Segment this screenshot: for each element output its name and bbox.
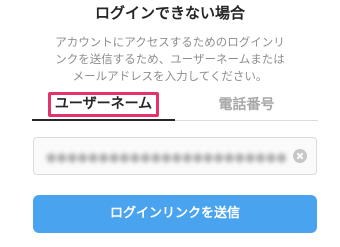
- tab-username[interactable]: ユーザーネーム: [32, 89, 175, 119]
- username-input[interactable]: [44, 138, 288, 176]
- tab-phone-number-label: 電話番号: [218, 97, 275, 113]
- instructions-text: アカウントにアクセスするためのログインリ ンクを送信するため、ユーザーネームまた…: [20, 34, 320, 85]
- clear-input-icon[interactable]: [293, 149, 307, 163]
- tab-phone-number[interactable]: 電話番号: [175, 89, 318, 119]
- send-login-link-button[interactable]: ログインリンクを送信: [33, 195, 317, 233]
- page-title: ログインできない場合: [94, 4, 245, 22]
- method-tabs: ユーザーネーム 電話番号: [32, 89, 318, 121]
- tab-username-label: ユーザーネーム: [47, 91, 160, 117]
- instructions-line-2: ンクを送信するため、ユーザーネームまたは: [55, 52, 285, 66]
- active-tab-indicator: [32, 119, 175, 121]
- instructions-line-1: アカウントにアクセスするためのログインリ: [55, 35, 285, 49]
- instructions-line-3: メールアドレスを入力してください。: [72, 69, 268, 83]
- tab-divider: [175, 119, 318, 121]
- username-field: [33, 137, 317, 176]
